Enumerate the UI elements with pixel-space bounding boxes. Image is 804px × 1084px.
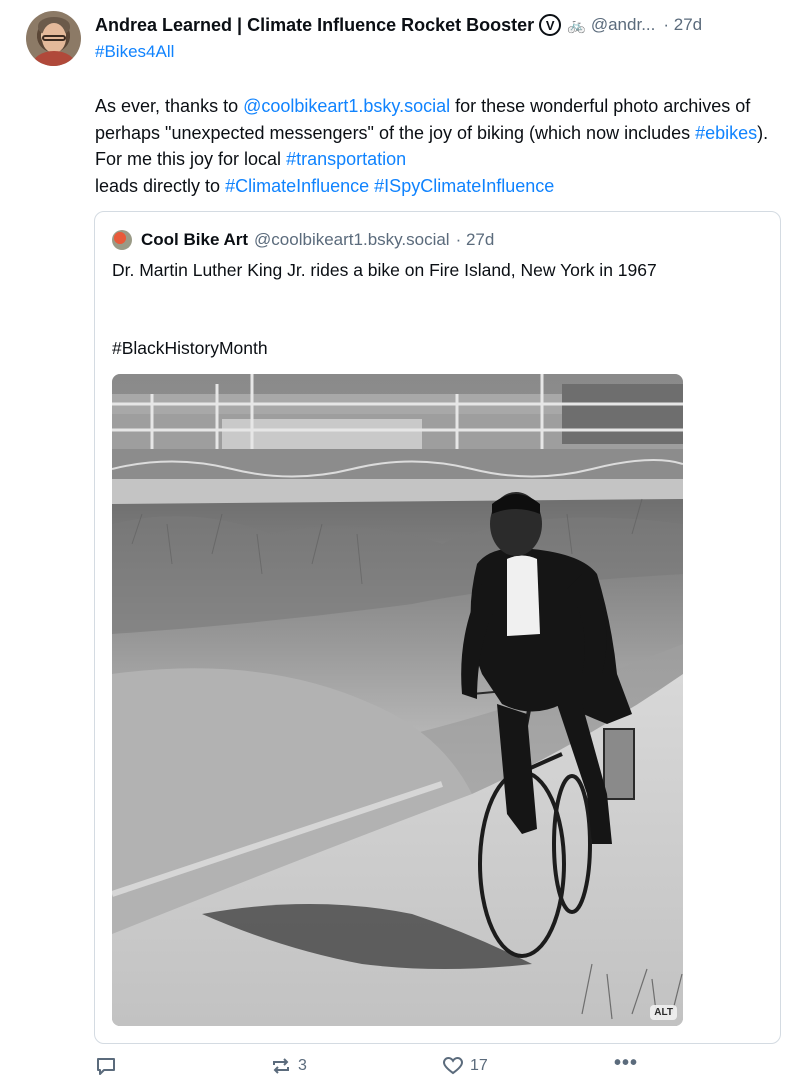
quoted-post-photo[interactable]: ALT — [112, 374, 683, 1026]
quoted-post-timestamp[interactable]: · 27d — [456, 230, 495, 250]
hashtag-bikes4all[interactable]: #Bikes4All — [95, 42, 174, 62]
quoted-post-card[interactable]: Cool Bike Art @coolbikeart1.bsky.social … — [94, 211, 781, 1044]
more-options-button[interactable]: ••• — [614, 1052, 638, 1075]
avatar-glasses — [42, 35, 66, 41]
post-header: Andrea Learned | Climate Influence Rocke… — [95, 12, 795, 38]
hashtag-ebikes[interactable]: #ebikes — [695, 123, 757, 143]
mention-link[interactable]: @coolbikeart1.bsky.social — [243, 96, 450, 116]
reply-button[interactable] — [95, 1055, 117, 1077]
verified-badge-icon: V — [539, 14, 562, 36]
quoted-author-avatar[interactable] — [112, 230, 132, 250]
hashtag-climateinfluence[interactable]: #ClimateInfluence — [225, 176, 369, 196]
post-body-text: As ever, thanks to @coolbikeart1.bsky.so… — [95, 93, 785, 199]
post-text-part: leads directly to — [95, 175, 226, 196]
alt-text-badge[interactable]: ALT — [650, 1005, 677, 1020]
quoted-post-text: Dr. Martin Luther King Jr. rides a bike … — [112, 260, 657, 280]
hashtag-transportation[interactable]: #transportation — [286, 149, 406, 169]
photo-illustration — [112, 374, 683, 1026]
author-handle[interactable]: @andr... — [591, 15, 656, 35]
like-count: 17 — [470, 1057, 488, 1074]
like-button[interactable]: 17 — [442, 1055, 488, 1077]
hashtag-ispyclimateinfluence[interactable]: #ISpyClimateInfluence — [374, 176, 554, 196]
quoted-post-hashtag[interactable]: #BlackHistoryMonth — [112, 338, 268, 359]
repost-arrows-icon — [273, 1058, 289, 1074]
heart-icon — [442, 1056, 464, 1075]
quoted-author-name[interactable]: Cool Bike Art — [141, 230, 248, 250]
bike-emoji-icon: 🚲 — [567, 17, 586, 34]
repost-count: 3 — [298, 1057, 307, 1074]
more-dots-icon: ••• — [614, 1052, 639, 1074]
avatar-shoulders — [32, 51, 76, 66]
reply-bubble-icon — [97, 1058, 115, 1075]
repost-button[interactable]: 3 — [270, 1055, 307, 1077]
quoted-author-handle[interactable]: @coolbikeart1.bsky.social — [254, 230, 450, 250]
quoted-post-header: Cool Bike Art @coolbikeart1.bsky.social … — [112, 230, 494, 250]
author-avatar[interactable] — [26, 11, 81, 66]
post-text-part: As ever, thanks to — [95, 96, 244, 116]
post-timestamp[interactable]: · 27d — [663, 15, 702, 35]
post-actions-bar: 3 17 ••• — [0, 1052, 804, 1080]
author-display-name[interactable]: Andrea Learned | Climate Influence Rocke… — [95, 15, 534, 36]
